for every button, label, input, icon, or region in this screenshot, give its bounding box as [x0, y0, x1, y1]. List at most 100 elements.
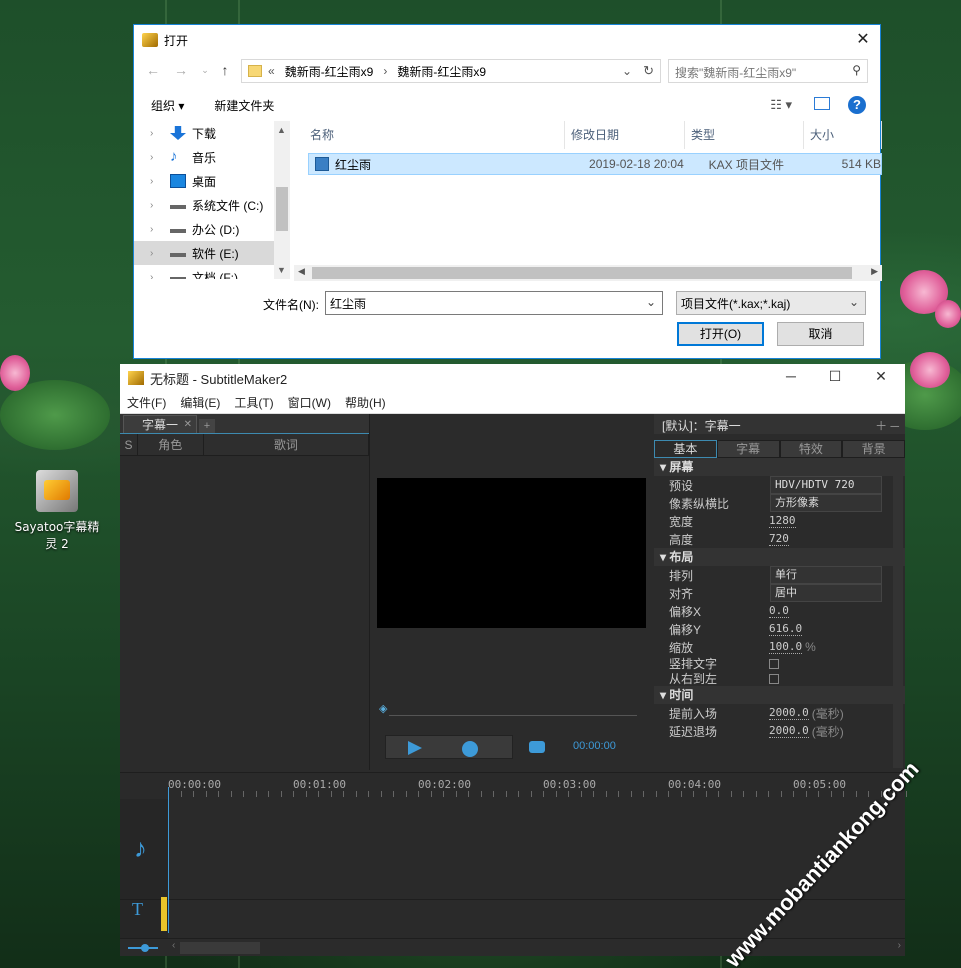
preview-pane-icon[interactable] — [814, 97, 830, 110]
chevron-right-icon[interactable]: › — [150, 152, 162, 163]
back-arrow-icon[interactable]: ← — [144, 61, 162, 79]
tab-effects[interactable]: 特效 — [779, 440, 843, 458]
scrollbar-thumb[interactable] — [312, 267, 852, 279]
record-icon[interactable] — [462, 741, 478, 757]
tab-background[interactable]: 背景 — [842, 440, 905, 458]
column-header-name[interactable]: 名称 — [304, 121, 565, 149]
filename-input[interactable]: 红尘雨 ⌄ — [325, 291, 663, 315]
scroll-left-icon[interactable]: ◀ — [298, 266, 305, 277]
pixel-aspect-dropdown[interactable]: 方形像素 — [770, 494, 882, 512]
chevron-right-icon[interactable]: › — [150, 128, 162, 139]
preset-dropdown[interactable]: HDV/HDTV 720 — [770, 476, 882, 494]
open-button[interactable]: 打开(O) — [677, 322, 764, 346]
arrange-dropdown[interactable]: 单行 — [770, 566, 882, 584]
rtl-checkbox[interactable] — [769, 673, 779, 684]
subtitle-clip[interactable] — [161, 897, 167, 931]
tree-item-downloads[interactable]: › 下载 — [134, 121, 289, 145]
tab-basic[interactable]: 基本 — [654, 440, 717, 458]
column-role[interactable]: 角色 — [138, 434, 204, 455]
tab-subtitle-1[interactable]: 字幕一 ✕ — [123, 415, 198, 434]
tree-item-drive-d[interactable]: › 办公 (D:) — [134, 217, 289, 241]
column-header-type[interactable]: 类型 — [685, 121, 804, 149]
tree-item-drive-e[interactable]: › 软件 (E:) — [134, 241, 289, 265]
tab-subtitle[interactable]: 字幕 — [716, 440, 780, 458]
preset-select[interactable]: [默认]：字幕一 ＋ ─ — [654, 414, 905, 434]
tree-item-drive-f[interactable]: › 文档 (F:) — [134, 265, 289, 279]
zoom-slider[interactable] — [128, 944, 158, 952]
up-arrow-icon[interactable]: ↑ — [216, 61, 234, 79]
add-remove-preset-icon[interactable]: ＋ ─ — [875, 417, 899, 434]
filetype-select[interactable]: 项目文件(*.kax;*.kaj) ⌄ — [676, 291, 866, 315]
scroll-right-icon[interactable]: › — [898, 940, 901, 951]
tree-item-desktop[interactable]: › 桌面 — [134, 169, 289, 193]
chevron-right-icon[interactable]: › — [150, 176, 162, 187]
file-list-hscrollbar[interactable]: ◀ ▶ — [294, 265, 882, 281]
column-header-size[interactable]: 大小 — [804, 121, 882, 149]
add-tab-icon[interactable]: + — [199, 419, 216, 433]
view-options-icon[interactable]: ☷ ▾ — [770, 97, 792, 113]
menu-tools[interactable]: 工具(T) — [234, 394, 273, 411]
address-bar[interactable]: « 魏新雨-红尘雨x9 › 魏新雨-红尘雨x9 ⌄ ↻ — [241, 59, 661, 83]
preview-seek-track[interactable] — [389, 715, 637, 716]
chevron-down-icon[interactable]: ⌄ — [646, 295, 656, 309]
column-header-modified[interactable]: 修改日期 — [565, 121, 685, 149]
menu-edit[interactable]: 编辑(E) — [180, 394, 220, 411]
width-input[interactable]: 1280 — [769, 514, 796, 528]
scroll-left-icon[interactable]: ‹ — [172, 940, 175, 951]
breadcrumb-item[interactable]: 魏新雨-红尘雨x9 — [285, 63, 374, 80]
properties-scrollbar[interactable] — [893, 462, 903, 768]
timeline-playhead[interactable] — [168, 787, 169, 933]
scroll-up-icon[interactable]: ▲ — [277, 125, 286, 135]
close-icon[interactable]: ✕ — [871, 368, 891, 385]
menu-file[interactable]: 文件(F) — [127, 394, 166, 411]
timeline-ruler[interactable]: 00:00:00 00:01:00 00:02:00 00:03:00 00:0… — [168, 773, 907, 799]
scale-input[interactable]: 100.0 — [769, 640, 803, 654]
minimize-icon[interactable]: ─ — [781, 368, 801, 384]
column-status[interactable]: S — [120, 434, 138, 455]
tree-scrollbar[interactable]: ▲ ▼ — [274, 121, 290, 279]
new-folder-button[interactable]: 新建文件夹 — [214, 97, 274, 114]
section-screen[interactable]: ▾ 屏幕 — [654, 458, 905, 476]
scrollbar-thumb[interactable] — [276, 187, 288, 231]
column-lyrics[interactable]: 歌词 — [204, 434, 369, 455]
chevron-down-icon[interactable]: ⌄ — [622, 64, 632, 78]
chevron-right-icon[interactable]: › — [150, 272, 162, 280]
file-row[interactable]: 红尘雨 2019-02-18 20:04 KAX 项目文件 514 KB — [308, 153, 882, 175]
dialog-titlebar[interactable]: 打开 — [134, 25, 880, 55]
stop-icon[interactable] — [529, 741, 545, 753]
help-icon[interactable]: ? — [848, 96, 866, 114]
audio-track-icon[interactable]: ♪ — [134, 833, 147, 864]
forward-arrow-icon[interactable]: → — [172, 61, 190, 79]
video-preview[interactable] — [377, 478, 646, 628]
offset-x-input[interactable]: 0.0 — [769, 604, 789, 618]
breadcrumb-item[interactable]: 魏新雨-红尘雨x9 — [397, 63, 486, 80]
refresh-icon[interactable]: ↻ — [643, 63, 654, 79]
section-time[interactable]: ▾ 时间 — [654, 686, 905, 704]
section-layout[interactable]: ▾ 布局 — [654, 548, 905, 566]
cancel-button[interactable]: 取消 — [777, 322, 864, 346]
lead-out-input[interactable]: 2000.0 — [769, 724, 809, 738]
desktop-shortcut[interactable]: Sayatoo字幕精灵 2 — [14, 470, 100, 552]
organize-menu-button[interactable]: 组织 ▾ — [151, 97, 184, 114]
timeline-hscrollbar[interactable] — [180, 942, 260, 954]
subtitle-track-icon[interactable]: T — [132, 899, 143, 920]
chevron-down-icon[interactable]: ⌄ — [849, 295, 859, 309]
lead-in-input[interactable]: 2000.0 — [769, 706, 809, 720]
scroll-down-icon[interactable]: ▼ — [277, 265, 286, 275]
vertical-text-checkbox[interactable] — [769, 658, 779, 669]
overflow-indicator[interactable]: « — [268, 64, 275, 78]
offset-y-input[interactable]: 616.0 — [769, 622, 803, 636]
playhead-marker-icon[interactable]: ◈ — [379, 702, 387, 715]
play-icon[interactable] — [408, 741, 422, 755]
align-dropdown[interactable]: 居中 — [770, 584, 882, 602]
chevron-right-icon[interactable]: › — [150, 224, 162, 235]
menu-window[interactable]: 窗口(W) — [288, 394, 331, 411]
tree-item-drive-c[interactable]: › 系统文件 (C:) — [134, 193, 289, 217]
menu-help[interactable]: 帮助(H) — [345, 394, 386, 411]
chevron-right-icon[interactable]: › — [150, 248, 162, 259]
recent-chevron-icon[interactable]: ⌄ — [196, 61, 214, 79]
tree-item-music[interactable]: › ♪ 音乐 — [134, 145, 289, 169]
close-tab-icon[interactable]: ✕ — [184, 416, 192, 434]
chevron-right-icon[interactable]: › — [150, 200, 162, 211]
height-input[interactable]: 720 — [769, 532, 789, 546]
